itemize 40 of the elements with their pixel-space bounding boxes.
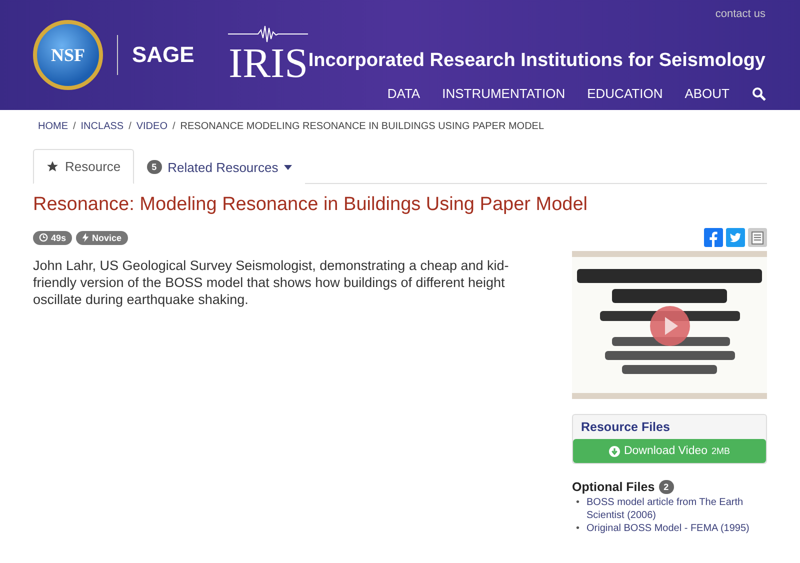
bolt-icon xyxy=(82,233,90,242)
contact-link[interactable]: contact us xyxy=(715,8,766,20)
organization-name: Incorporated Research Institutions for Seismology xyxy=(308,50,766,72)
count-badge: 5 xyxy=(146,160,162,174)
breadcrumb-link[interactable]: HOME xyxy=(38,121,68,132)
tab[interactable]: Resource xyxy=(33,149,134,184)
facebook-icon[interactable] xyxy=(704,228,723,247)
nav-link[interactable]: DATA xyxy=(387,86,420,101)
breadcrumb-link[interactable]: INCLASS xyxy=(80,121,124,132)
bullet: • xyxy=(576,496,580,510)
file-link[interactable]: BOSS model article from The Earth Scientist (2006) xyxy=(586,496,767,522)
clock-icon xyxy=(39,233,48,242)
breadcrumb-link[interactable]: VIDEO xyxy=(136,121,168,132)
caret-icon xyxy=(284,164,292,170)
info-badge: Novice xyxy=(76,230,128,244)
iris-logo: IRIS xyxy=(228,43,308,85)
twitter-icon[interactable] xyxy=(726,228,745,247)
breadcrumb-separator: / xyxy=(128,121,132,132)
file-link[interactable]: Original BOSS Model - FEMA (1995) xyxy=(586,522,750,535)
breadcrumb-separator: / xyxy=(73,121,76,132)
nav-link[interactable]: INSTRUMENTATION xyxy=(442,86,566,101)
panel-heading: Resource Files xyxy=(580,419,671,436)
nav-link[interactable]: ABOUT xyxy=(684,86,730,101)
page-title: Resonance: Modeling Resonance in Buildings Using Paper Model xyxy=(33,194,588,216)
bullet: • xyxy=(576,522,580,535)
sage-logo: SAGE xyxy=(132,42,194,68)
breadcrumb-separator: / xyxy=(172,121,176,132)
count-badge: 2 xyxy=(658,480,674,494)
download-icon xyxy=(608,446,620,456)
info-badge: 49s xyxy=(33,230,72,244)
description: John Lahr, US Geological Survey Seismologist, demonstrating a cheap and kid-friendly version of the BOSS model that shows how buildings of different height oscillate during earthquake shaking. xyxy=(33,257,510,309)
play-icon[interactable] xyxy=(650,306,690,346)
star-icon xyxy=(46,160,59,173)
search-icon[interactable] xyxy=(752,86,766,100)
breadcrumb-current-page: RESONANCE MODELING RESONANCE IN BUILDINGS USING PAPER MODEL xyxy=(180,121,544,132)
nav-link[interactable]: EDUCATION xyxy=(587,86,663,101)
seismogram-icon xyxy=(228,25,308,43)
document-icon[interactable] xyxy=(748,228,767,247)
section-heading: Optional Files xyxy=(572,480,655,494)
nsf-logo: NSF xyxy=(33,20,103,90)
